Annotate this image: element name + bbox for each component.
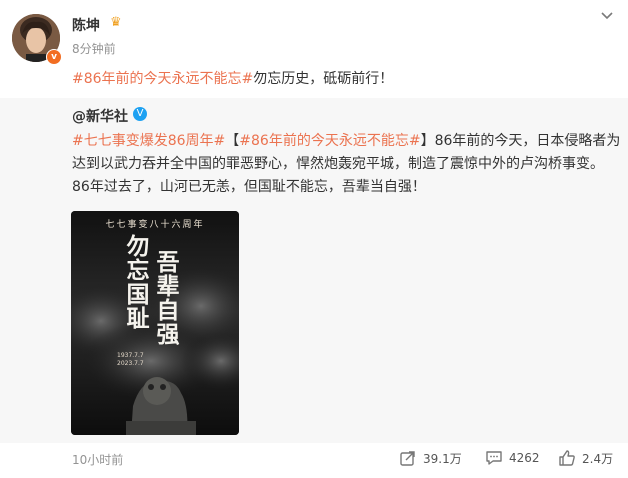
post-time[interactable]: 8分钟前 xyxy=(72,40,116,57)
topic-link[interactable]: #86年前的今天永远不能忘# xyxy=(72,71,253,87)
author-name[interactable]: 陈坤 xyxy=(72,15,100,35)
share-icon xyxy=(400,451,415,466)
repost-count: 39.1万 xyxy=(423,451,462,466)
poster-date-end: 2023.7.7 xyxy=(117,360,144,367)
verified-badge-icon: v xyxy=(46,49,62,65)
topic-link[interactable]: #七七事变爆发86周年# xyxy=(72,133,225,149)
repost-line2: 达到以武力吞并全中国的罪恶野心，悍然炮轰宛平城，制造了震惊中外的卢沟桥事变。 xyxy=(72,156,604,172)
like-button[interactable]: 2.4万 xyxy=(558,448,613,468)
repost-button[interactable]: 39.1万 xyxy=(399,448,462,468)
poster-char: 自 xyxy=(156,297,180,324)
poster-date-start: 1937.7.7 xyxy=(117,352,144,359)
bracket-open: 【 xyxy=(225,133,240,149)
crown-icon: ♛ xyxy=(110,15,122,30)
poster-char: 辈 xyxy=(156,273,180,300)
comment-icon xyxy=(486,451,502,465)
repost-line3: 86年过去了，山河已无恙，但国耻不能忘，吾辈当自强！ xyxy=(72,179,426,195)
comment-count: 4262 xyxy=(509,451,540,465)
poster-image[interactable]: 七七事变八十六周年 勿 忘 国 耻 吾 辈 自 强 1937.7.7 2023.… xyxy=(71,211,239,435)
repost-card[interactable]: @新华社 V #七七事变爆发86周年#【#86年前的今天永远不能忘#】86年前的… xyxy=(0,98,628,443)
repost-line1: 86年前的今天，日本侵略者为 xyxy=(434,133,621,149)
post-text: #86年前的今天永远不能忘#勿忘历史，砥砺前行！ xyxy=(72,68,393,88)
repost-text: #七七事变爆发86周年#【#86年前的今天永远不能忘#】86年前的今天，日本侵略… xyxy=(72,130,620,199)
verified-blue-icon: V xyxy=(133,107,147,121)
poster-char: 勿 xyxy=(126,233,150,260)
comment-button[interactable]: 4262 xyxy=(485,448,540,468)
bracket-close: 】 xyxy=(420,133,435,149)
poster-char: 强 xyxy=(156,321,180,348)
post-body: 勿忘历史，砥砺前行！ xyxy=(253,71,394,87)
poster-char: 国 xyxy=(126,281,150,308)
repost-time[interactable]: 10小时前 xyxy=(72,451,123,468)
chevron-down-icon[interactable] xyxy=(600,8,614,22)
repost-author[interactable]: @新华社 xyxy=(72,106,128,126)
thumbs-up-icon xyxy=(559,450,575,466)
poster-char: 耻 xyxy=(126,305,150,332)
poster-char: 吾 xyxy=(156,249,180,276)
poster-heading: 七七事变八十六周年 xyxy=(105,220,205,230)
like-count: 2.4万 xyxy=(582,451,614,466)
poster-char: 忘 xyxy=(126,257,150,284)
post-footer: 10小时前 39.1万 4262 2.4万 xyxy=(0,443,628,478)
topic-link[interactable]: #86年前的今天永远不能忘# xyxy=(239,133,420,149)
poster-dates: 1937.7.7 2023.7.7 xyxy=(117,352,144,368)
